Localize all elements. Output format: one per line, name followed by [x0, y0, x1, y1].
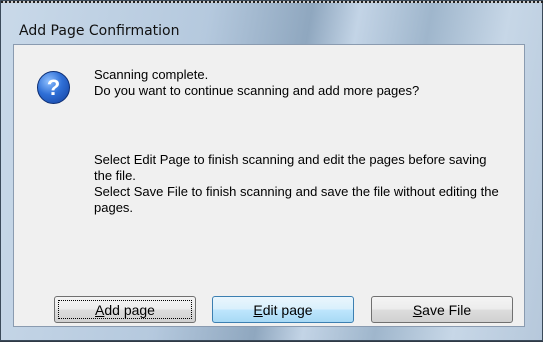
- dialog-window: Add Page Confirmation ? Scanning complet…: [0, 0, 543, 341]
- message-line-2: Do you want to continue scanning and add…: [94, 83, 420, 98]
- save-file-label: Save File: [412, 301, 472, 318]
- add-page-button[interactable]: Add page: [54, 296, 196, 323]
- dialog-content: ? Scanning complete. Do you want to cont…: [13, 44, 525, 327]
- message-line-1: Scanning complete.: [94, 67, 209, 82]
- window-bottom-frame: [1, 327, 543, 342]
- edit-page-button[interactable]: Edit page: [212, 296, 354, 323]
- detail-line-1: Select Edit Page to finish scanning and …: [94, 152, 487, 183]
- dialog-title: Add Page Confirmation: [19, 23, 180, 39]
- question-icon: ?: [37, 71, 70, 104]
- detail-line-2: Select Save File to finish scanning and …: [94, 184, 499, 215]
- detail-text: Select Edit Page to finish scanning and …: [94, 152, 504, 216]
- title-bar[interactable]: Add Page Confirmation: [1, 3, 543, 41]
- save-file-button[interactable]: Save File: [371, 296, 513, 323]
- focus-rectangle: [58, 300, 192, 319]
- edit-page-label: Edit page: [253, 301, 313, 318]
- message-text: Scanning complete. Do you want to contin…: [94, 67, 514, 99]
